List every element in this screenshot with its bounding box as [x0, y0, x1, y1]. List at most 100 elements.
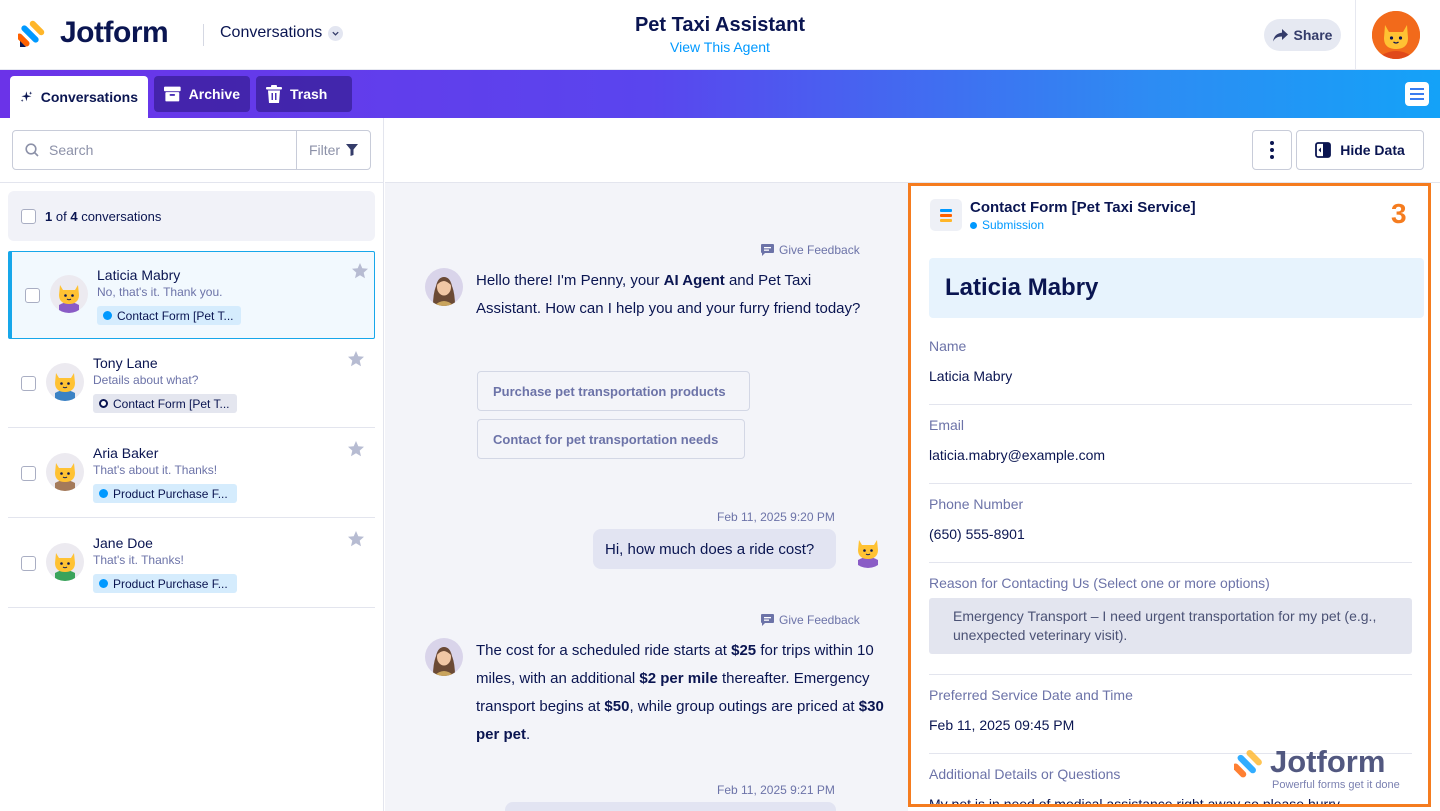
share-label: Share [1293, 27, 1333, 43]
conversation-name: Tony Lane [93, 355, 158, 371]
section-dropdown[interactable]: Conversations [220, 24, 344, 42]
tab-conversations-label: Conversations [40, 89, 138, 105]
share-arrow-icon [1272, 28, 1288, 41]
submission-label: Submission [970, 218, 1196, 232]
annotation-number: 3 [1391, 198, 1407, 229]
status-dot [99, 399, 108, 408]
jotform-logo[interactable]: Jotform [18, 16, 169, 50]
divider [0, 182, 384, 183]
watermark-tagline: Powerful forms get it done [1272, 779, 1400, 791]
star-icon[interactable] [347, 440, 365, 458]
avatar [50, 275, 88, 313]
search-icon [25, 143, 39, 157]
divider [1355, 0, 1356, 70]
field-label: Preferred Service Date and Time [929, 687, 1133, 703]
tab-conversations[interactable]: Conversations [10, 76, 148, 118]
star-icon[interactable] [347, 350, 365, 368]
funnel-icon [346, 144, 359, 156]
avatar [46, 453, 84, 491]
submitter-name-card: Laticia Mabry [929, 258, 1424, 318]
chat-transcript: Give Feedback Hello there! I'm Penny, yo… [385, 183, 908, 811]
watermark-brand: Jotform [1270, 744, 1386, 779]
divider [203, 24, 204, 46]
status-dot [99, 579, 108, 588]
tab-archive-label: Archive [188, 86, 240, 102]
give-feedback-link[interactable]: Give Feedback [761, 613, 860, 627]
field-email: Email laticia.mabry@example.com [929, 417, 1412, 484]
suggestion-button[interactable]: Purchase pet transportation products [477, 371, 750, 411]
conversation-item[interactable]: Laticia Mabry No, that's it. Thank you. … [8, 251, 375, 339]
conversation-item[interactable]: Tony Lane Details about what? Contact Fo… [8, 340, 375, 428]
star-icon[interactable] [351, 262, 369, 280]
conversation-checkbox[interactable] [21, 556, 36, 571]
field-label: Name [929, 338, 967, 354]
conversation-checkbox[interactable] [21, 466, 36, 481]
jotform-watermark: Jotform Powerful forms get it done [1234, 744, 1414, 794]
selection-count-text: 1 of 4 conversations [45, 208, 162, 224]
user-avatar[interactable] [1372, 11, 1420, 59]
conversation-item[interactable]: Aria Baker That's about it. Thanks! Prod… [8, 430, 375, 518]
feedback-icon [761, 614, 774, 626]
tab-trash-label: Trash [290, 86, 328, 102]
sparkle-icon [20, 91, 33, 102]
form-tag: Product Purchase F... [93, 574, 237, 593]
give-feedback-link[interactable]: Give Feedback [761, 243, 860, 257]
conversation-name: Jane Doe [93, 535, 153, 551]
field-label: Email [929, 417, 965, 433]
conversation-checkbox[interactable] [21, 376, 36, 391]
section-dropdown-label: Conversations [220, 24, 323, 41]
filter-button[interactable]: Filter [296, 130, 371, 170]
chevron-down-icon [328, 25, 344, 41]
conversation-list-panel: Search Filter 1 of 4 conversations Latic… [0, 118, 384, 811]
tab-bar: Conversations Archive Trash [0, 70, 1440, 118]
field-value: Feb 11, 2025 09:45 PM [929, 717, 1075, 733]
field-value: laticia.mabry@example.com [929, 447, 1106, 463]
search-input[interactable]: Search [12, 130, 297, 170]
submission-data-panel: Contact Form [Pet Taxi Service] Submissi… [908, 183, 1431, 807]
tab-archive[interactable]: Archive [154, 76, 250, 112]
jotform-logo-icon [18, 20, 45, 47]
archive-icon [164, 86, 181, 102]
form-title: Contact Form [Pet Taxi Service] [970, 199, 1196, 216]
filter-label: Filter [308, 142, 341, 158]
avatar [46, 543, 84, 581]
field-value: (650) 555-8901 [929, 526, 1025, 542]
star-icon[interactable] [347, 530, 365, 548]
field-value: My pet is in need of medical assistance … [929, 796, 1340, 807]
user-message [505, 802, 836, 811]
brand-wordmark: Jotform [60, 16, 169, 49]
select-all-checkbox[interactable] [21, 208, 36, 224]
form-tag: Contact Form [Pet T... [93, 394, 237, 413]
agent-message: The cost for a scheduled ride starts at … [476, 642, 884, 743]
field-name: Name Laticia Mabry [929, 338, 1412, 405]
panel-toggle-icon [1315, 142, 1332, 158]
conversation-item[interactable]: Jane Doe That's it. Thanks! Product Purc… [8, 520, 375, 608]
message-timestamp: Feb 11, 2025 9:21 PM [717, 783, 835, 797]
agent-avatar [425, 268, 463, 306]
feedback-icon [761, 244, 774, 256]
status-dot [103, 311, 112, 320]
more-options-icon[interactable] [1252, 130, 1292, 170]
agent-title-block: Pet Taxi Assistant View This Agent [540, 14, 900, 55]
selection-count-bar: 1 of 4 conversations [8, 191, 375, 241]
hide-data-label: Hide Data [1340, 142, 1405, 158]
conversation-preview: No, that's it. Thank you. [97, 285, 223, 299]
trash-icon [266, 85, 282, 103]
conversation-preview: Details about what? [93, 373, 199, 387]
hamburger-menu-icon[interactable] [1405, 82, 1429, 106]
hide-data-button[interactable]: Hide Data [1296, 130, 1424, 170]
share-button[interactable]: Share [1264, 19, 1341, 51]
user-message: Hi, how much does a ride cost? [593, 529, 836, 569]
conversation-preview: That's it. Thanks! [93, 553, 184, 567]
page-title: Pet Taxi Assistant [634, 14, 806, 36]
form-tag: Product Purchase F... [93, 484, 237, 503]
top-bar: Jotform Conversations Pet Taxi Assistant… [0, 0, 1440, 70]
conversation-checkbox[interactable] [25, 288, 40, 303]
field-value: Laticia Mabry [929, 368, 1013, 384]
jotform-watermark-icon [1234, 749, 1262, 778]
view-agent-link[interactable]: View This Agent [540, 39, 900, 55]
agent-avatar [425, 638, 463, 676]
suggestion-button[interactable]: Contact for pet transportation needs [477, 419, 745, 459]
tab-trash[interactable]: Trash [256, 76, 352, 112]
field-label: Reason for Contacting Us (Select one or … [929, 575, 1270, 591]
